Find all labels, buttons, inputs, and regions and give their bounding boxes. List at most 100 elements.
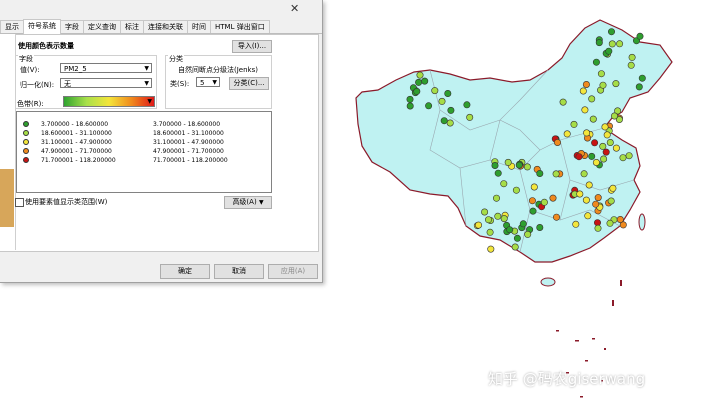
station-point[interactable]	[585, 181, 593, 189]
station-point[interactable]	[446, 119, 454, 127]
station-point[interactable]	[594, 224, 602, 232]
station-point[interactable]	[413, 87, 421, 95]
station-point[interactable]	[576, 190, 584, 198]
classes-select[interactable]: 5 ▼	[196, 77, 220, 87]
station-point[interactable]	[607, 197, 615, 205]
normalize-select[interactable]: 无 ▼	[60, 78, 152, 88]
station-point[interactable]	[583, 129, 591, 137]
station-point[interactable]	[628, 53, 636, 61]
station-point[interactable]	[610, 112, 618, 120]
station-point[interactable]	[612, 80, 620, 88]
station-point[interactable]	[606, 139, 614, 147]
station-point[interactable]	[486, 228, 494, 236]
station-point[interactable]	[523, 163, 531, 171]
station-point[interactable]	[463, 101, 471, 109]
station-point[interactable]	[588, 95, 596, 103]
station-point[interactable]	[440, 117, 448, 125]
ok-button[interactable]: 确定	[160, 264, 210, 279]
station-point[interactable]	[603, 131, 611, 139]
station-point[interactable]	[513, 234, 521, 242]
station-point[interactable]	[563, 130, 571, 138]
station-point[interactable]	[597, 70, 605, 78]
tab-joins[interactable]: 连接和关联	[143, 20, 188, 33]
class-row[interactable]: 31.100001 - 47.900000 31.100001 - 47.900…	[17, 138, 271, 147]
station-point[interactable]	[581, 106, 589, 114]
class-row[interactable]: 3.700000 - 18.600000 3.700000 - 18.60000…	[17, 120, 271, 129]
station-point[interactable]	[592, 58, 600, 66]
station-point[interactable]	[481, 208, 489, 216]
station-point[interactable]	[599, 81, 607, 89]
station-point[interactable]	[504, 158, 512, 166]
tab-labels[interactable]: 标注	[120, 20, 144, 33]
station-point[interactable]	[591, 139, 599, 147]
class-list[interactable]: 3.700000 - 18.600000 3.700000 - 18.60000…	[16, 111, 272, 193]
station-point[interactable]	[616, 216, 624, 224]
tab-definition-query[interactable]: 定义查询	[83, 20, 121, 33]
station-point[interactable]	[415, 78, 423, 86]
import-button[interactable]: 导入(I)...	[232, 40, 272, 53]
station-point[interactable]	[579, 87, 587, 95]
value-select[interactable]: PM2_5 ▼	[60, 63, 152, 73]
station-point[interactable]	[492, 194, 500, 202]
station-point[interactable]	[438, 97, 446, 105]
station-point[interactable]	[444, 90, 452, 98]
station-point[interactable]	[592, 159, 600, 167]
station-point[interactable]	[559, 98, 567, 106]
station-point[interactable]	[500, 215, 508, 223]
advanced-button[interactable]: 高级(A) ▼	[224, 196, 272, 209]
station-point[interactable]	[625, 152, 633, 160]
station-point[interactable]	[484, 216, 492, 224]
station-point[interactable]	[570, 120, 578, 128]
station-point[interactable]	[636, 32, 644, 40]
station-point[interactable]	[406, 102, 414, 110]
class-row[interactable]: 47.900001 - 71.700000 47.900001 - 71.700…	[17, 147, 271, 156]
show-range-checkbox[interactable]	[15, 198, 24, 207]
station-point[interactable]	[595, 39, 603, 47]
station-point[interactable]	[406, 95, 414, 103]
station-point[interactable]	[524, 230, 532, 238]
station-point[interactable]	[421, 77, 429, 85]
station-point[interactable]	[612, 144, 620, 152]
station-point[interactable]	[592, 200, 600, 208]
station-point[interactable]	[580, 170, 588, 178]
station-point[interactable]	[600, 155, 608, 163]
station-point[interactable]	[500, 180, 508, 188]
tab-time[interactable]: 时间	[187, 20, 211, 33]
station-point[interactable]	[588, 152, 596, 160]
station-point[interactable]	[609, 184, 617, 192]
station-point[interactable]	[602, 148, 610, 156]
station-point[interactable]	[487, 245, 495, 253]
tab-display[interactable]: 显示	[0, 20, 24, 33]
station-point[interactable]	[494, 212, 502, 220]
apply-button[interactable]: 应用(A)	[268, 264, 318, 279]
station-point[interactable]	[515, 161, 523, 169]
station-point[interactable]	[572, 220, 580, 228]
tab-html-popup[interactable]: HTML 弹出窗口	[210, 20, 270, 33]
station-point[interactable]	[491, 162, 499, 170]
class-row[interactable]: 71.700001 - 118.200000 71.700001 - 118.2…	[17, 156, 271, 165]
station-point[interactable]	[552, 213, 560, 221]
station-point[interactable]	[512, 186, 520, 194]
station-point[interactable]	[607, 28, 615, 36]
station-point[interactable]	[447, 106, 455, 114]
station-point[interactable]	[606, 219, 614, 227]
close-icon[interactable]: ✕	[290, 2, 299, 15]
station-point[interactable]	[466, 113, 474, 121]
station-point[interactable]	[511, 243, 519, 251]
station-point[interactable]	[635, 83, 643, 91]
station-point[interactable]	[536, 170, 544, 178]
station-point[interactable]	[530, 183, 538, 191]
station-point[interactable]	[605, 47, 613, 55]
tab-fields[interactable]: 字段	[60, 20, 84, 33]
station-point[interactable]	[506, 226, 514, 234]
station-point[interactable]	[549, 194, 557, 202]
station-point[interactable]	[616, 40, 624, 48]
station-point[interactable]	[594, 194, 602, 202]
china-map[interactable]	[330, 0, 720, 409]
class-row[interactable]: 18.600001 - 31.100000 18.600001 - 31.100…	[17, 129, 271, 138]
station-point[interactable]	[599, 142, 607, 150]
station-point[interactable]	[627, 61, 635, 69]
station-point[interactable]	[536, 224, 544, 232]
classify-button[interactable]: 分类(C)...	[229, 77, 269, 90]
station-point[interactable]	[589, 115, 597, 123]
